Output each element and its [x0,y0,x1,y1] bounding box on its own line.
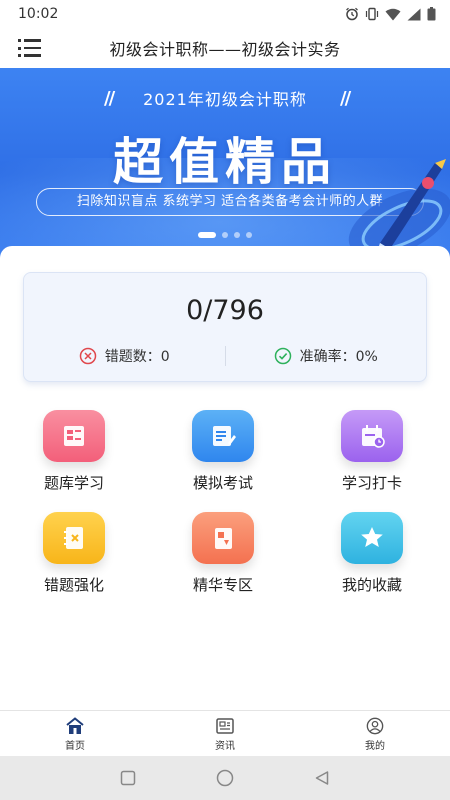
signal-icon [407,8,421,20]
feature-question-bank[interactable]: 题库学习 [14,410,134,500]
back-triangle-icon[interactable] [314,770,330,786]
home-circle-icon[interactable] [216,769,234,787]
vibrate-icon [365,7,379,21]
tab-label: 资讯 [215,741,235,752]
system-navigation-bar [0,756,450,800]
feature-label: 我的收藏 [341,576,402,594]
wrong-count-stat: 错题数：0 [24,346,225,366]
accuracy-label: 准确率： [299,349,356,365]
status-icons [345,7,436,21]
question-bank-icon [43,410,105,462]
feature-study-checkin[interactable]: 学习打卡 [312,410,432,500]
alarm-icon [346,7,358,21]
news-icon [216,718,234,734]
tab-news[interactable]: 资讯 [150,711,300,756]
star-favorite-icon [341,512,403,564]
feature-essence-zone[interactable]: 精华专区 [163,512,283,602]
home-icon [66,717,84,734]
profile-icon [366,717,384,735]
page-title: 初级会计职称——初级会计实务 [109,40,341,59]
calendar-checkin-icon [341,410,403,462]
status-time: 10:02 [18,6,59,22]
feature-label: 模拟考试 [192,474,253,492]
check-circle-icon [274,347,291,365]
tab-profile[interactable]: 我的 [300,711,450,756]
essence-card-icon [192,512,254,564]
promo-banner[interactable]: // // 2021年初级会计职称 超值精品 扫除知识盲点 系统学习 适合各类备… [0,68,450,260]
feature-label: 题库学习 [43,474,104,492]
wifi-icon [385,8,401,20]
app-header: 初级会计职称——初级会计实务 [0,28,450,68]
tab-label: 首页 [65,741,85,752]
pen-decoration-icon [348,159,450,258]
feature-my-favorites[interactable]: 我的收藏 [312,512,432,602]
banner-pager [0,232,450,238]
progress-score: 0/796 [186,295,264,326]
banner-pager-dot[interactable] [246,232,252,238]
stats-card: 0/796 错题数：0 准确率：0% [23,272,427,382]
feature-label: 学习打卡 [341,474,402,492]
feature-wrong-questions[interactable]: 错题强化 [14,512,134,602]
wrong-count-label: 错题数： [104,349,161,365]
banner-pager-dot[interactable] [234,232,240,238]
battery-icon [427,7,436,21]
tab-home[interactable]: 首页 [0,711,150,756]
wrong-circle-icon [79,347,97,365]
feature-label: 精华专区 [192,576,253,594]
banner-pager-dot[interactable] [198,232,216,238]
accuracy-value: 0% [355,349,378,365]
banner-pager-dot[interactable] [222,232,228,238]
wrong-count-value: 0 [160,349,170,365]
feature-label: 错题强化 [43,576,104,594]
bottom-tab-bar: 首页 资讯 我的 [0,710,450,756]
tab-label: 我的 [365,741,385,752]
mock-exam-icon [192,410,254,462]
accuracy-stat: 准确率：0% [226,346,427,366]
wrong-notebook-icon [43,512,105,564]
recent-apps-square-icon[interactable] [120,770,136,786]
feature-mock-exam[interactable]: 模拟考试 [163,410,283,500]
status-bar: 10:02 [0,0,450,28]
banner-subtitle: 2021年初级会计职称 [143,90,307,109]
